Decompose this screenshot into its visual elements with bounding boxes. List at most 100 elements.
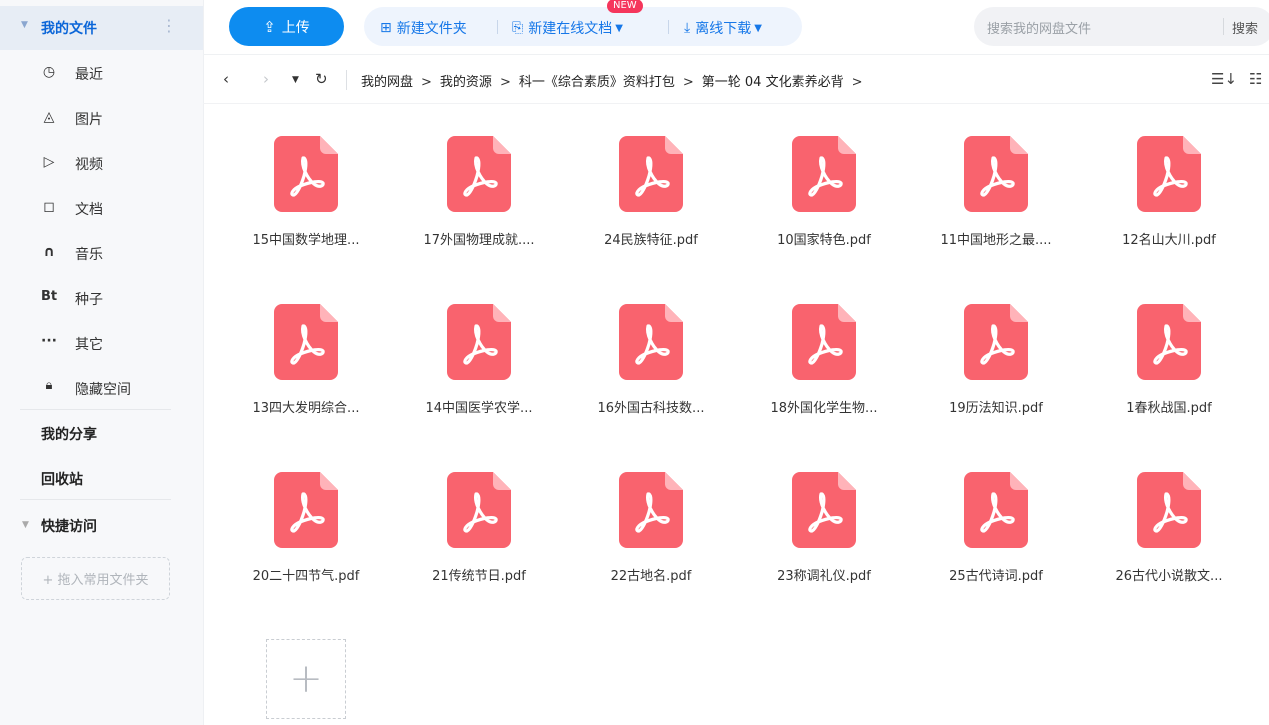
divider — [20, 499, 171, 500]
file-item[interactable]: 15中国数学地理... — [216, 131, 396, 261]
file-name: 26古代小说散文... — [1115, 569, 1223, 584]
sidebar-my-files[interactable]: ▼ 我的文件 ⋮ — [0, 6, 203, 50]
sidebar-item-other[interactable]: ··· 其它 — [0, 321, 203, 365]
sidebar-my-share[interactable]: 我的分享 — [0, 411, 203, 455]
file-item[interactable]: 10国家特色.pdf — [734, 131, 914, 261]
file-name: 16外国古科技数... — [597, 401, 705, 416]
breadcrumb-item[interactable]: 第一轮 04 文化素养必背 — [702, 75, 844, 90]
sidebar-item-recent[interactable]: ◷ 最近 — [0, 51, 203, 95]
sidebar-my-files-label: 我的文件 — [41, 21, 97, 37]
back-icon[interactable]: ‹ — [223, 70, 229, 88]
breadcrumb-item[interactable]: 科一《综合素质》资料打包 — [519, 75, 675, 90]
pdf-icon — [792, 304, 856, 380]
download-icon: ⤓ — [684, 20, 691, 36]
pdf-file-icon — [964, 136, 1028, 212]
list-view-icon[interactable]: ☷ — [1249, 70, 1262, 88]
breadcrumb-bar: ‹ › ▼ ↻ 我的网盘 > 我的资源 > 科一《综合素质》资料打包 > 第一轮 04 文化… — [203, 60, 1269, 98]
headphones-icon: ∩ — [43, 244, 55, 260]
sidebar-item-videos[interactable]: ▷ 视频 — [0, 141, 203, 185]
pdf-file-icon — [447, 136, 511, 212]
file-item[interactable]: 25古代诗词.pdf — [906, 467, 1086, 597]
sidebar-item-label: 其它 — [75, 337, 103, 353]
pdf-icon — [447, 304, 511, 380]
file-item[interactable]: 20二十四节气.pdf — [216, 467, 396, 597]
search-input[interactable]: 搜索我的网盘文件 — [987, 18, 1091, 37]
file-item[interactable]: 13四大发明综合... — [216, 299, 396, 429]
upload-button[interactable]: ⇪ 上传 — [229, 7, 344, 46]
document-icon: ◻ — [43, 199, 55, 215]
file-item[interactable]: 19历法知识.pdf — [906, 299, 1086, 429]
caret-down-icon: ▼ — [21, 20, 28, 30]
offline-download-button[interactable]: ⤓ 离线下载 ▼ — [684, 18, 762, 38]
sidebar-item-music[interactable]: ∩ 音乐 — [0, 231, 203, 275]
new-folder-label: 新建文件夹 — [396, 21, 467, 37]
divider — [668, 20, 669, 34]
divider — [1223, 18, 1224, 35]
file-item[interactable]: 1春秋战国.pdf — [1079, 299, 1259, 429]
divider — [20, 409, 171, 410]
file-name: 14中国医学农学... — [425, 401, 533, 416]
drop-folder-zone[interactable]: + 拖入常用文件夹 — [21, 557, 170, 600]
history-caret-icon[interactable]: ▼ — [292, 75, 299, 85]
file-name: 1春秋战国.pdf — [1126, 401, 1212, 416]
sidebar-item-label: 图片 — [75, 112, 103, 128]
file-name: 24民族特征.pdf — [604, 233, 698, 248]
file-item[interactable]: 21传统节日.pdf — [389, 467, 569, 597]
file-item[interactable]: 22古地名.pdf — [561, 467, 741, 597]
sidebar-my-share-label: 我的分享 — [41, 427, 97, 443]
file-item[interactable]: 14中国医学农学... — [389, 299, 569, 429]
file-item[interactable]: 18外国化学生物... — [734, 299, 914, 429]
refresh-icon[interactable]: ↻ — [315, 70, 328, 88]
sort-icon[interactable]: ☰↓ — [1211, 70, 1237, 88]
file-name: 25古代诗词.pdf — [949, 569, 1043, 584]
forward-icon[interactable]: › — [263, 70, 269, 88]
file-item[interactable]: 12名山大川.pdf — [1079, 131, 1259, 261]
pdf-icon — [964, 472, 1028, 548]
pdf-file-icon — [792, 304, 856, 380]
divider — [203, 54, 1269, 55]
file-name: 11中国地形之最.... — [940, 233, 1052, 248]
file-name: 18外国化学生物... — [770, 401, 878, 416]
new-online-doc-button[interactable]: ⎘ 新建在线文档 ▼ — [512, 18, 623, 38]
sidebar-quick-access-label: 快捷访问 — [41, 519, 97, 535]
sidebar-item-images[interactable]: ◬ 图片 — [0, 96, 203, 140]
breadcrumb: 我的网盘 > 我的资源 > 科一《综合素质》资料打包 > 第一轮 04 文化素养必背 > — [361, 71, 870, 90]
file-item[interactable]: 26古代小说散文... — [1079, 467, 1259, 597]
pdf-icon — [619, 304, 683, 380]
file-item[interactable]: 17外国物理成就.... — [389, 131, 569, 261]
more-vertical-icon[interactable]: ⋮ — [161, 16, 177, 35]
search-box[interactable]: 搜索我的网盘文件 搜索 — [974, 7, 1269, 46]
pdf-icon — [274, 136, 338, 212]
pdf-icon — [619, 136, 683, 212]
pdf-icon — [274, 304, 338, 380]
divider — [497, 20, 498, 34]
pdf-file-icon — [792, 136, 856, 212]
search-button[interactable]: 搜索 — [1232, 18, 1258, 37]
pdf-icon — [792, 136, 856, 212]
torrent-icon: Bt — [40, 289, 58, 304]
sidebar-recycle-bin[interactable]: 回收站 — [0, 456, 203, 500]
file-name: 19历法知识.pdf — [949, 401, 1043, 416]
caret-down-icon: ▼ — [22, 520, 29, 530]
upload-tile[interactable]: + — [266, 639, 346, 719]
sidebar: ▼ 我的文件 ⋮ ◷ 最近 ◬ 图片 ▷ 视频 ◻ 文档 ∩ 音乐 Bt 种子 … — [0, 0, 204, 725]
file-item[interactable]: 23称调礼仪.pdf — [734, 467, 914, 597]
file-item[interactable]: 16外国古科技数... — [561, 299, 741, 429]
sidebar-item-label: 文档 — [75, 202, 103, 218]
breadcrumb-item[interactable]: 我的网盘 — [361, 75, 413, 90]
sidebar-item-documents[interactable]: ◻ 文档 — [0, 186, 203, 230]
caret-down-icon: ▼ — [754, 22, 762, 34]
pdf-file-icon — [619, 304, 683, 380]
file-item[interactable]: 24民族特征.pdf — [561, 131, 741, 261]
pdf-icon — [1137, 136, 1201, 212]
pdf-icon — [1137, 472, 1201, 548]
new-folder-button[interactable]: ⊞ 新建文件夹 — [380, 18, 467, 38]
sidebar-item-hidden-space[interactable]: 🔒︎ 隐藏空间 — [0, 366, 203, 410]
file-item[interactable]: 11中国地形之最.... — [906, 131, 1086, 261]
breadcrumb-item[interactable]: 我的资源 — [440, 75, 492, 90]
toolbar: ⇪ 上传 ⊞ 新建文件夹 ⎘ 新建在线文档 ▼ ⤓ 离线下载 ▼ NEW 搜索我… — [203, 0, 1269, 54]
sidebar-item-torrents[interactable]: Bt 种子 — [0, 276, 203, 320]
file-name: 17外国物理成就.... — [423, 233, 535, 248]
sidebar-item-label: 最近 — [75, 67, 103, 83]
sidebar-quick-access[interactable]: ▼ 快捷访问 — [0, 503, 203, 547]
